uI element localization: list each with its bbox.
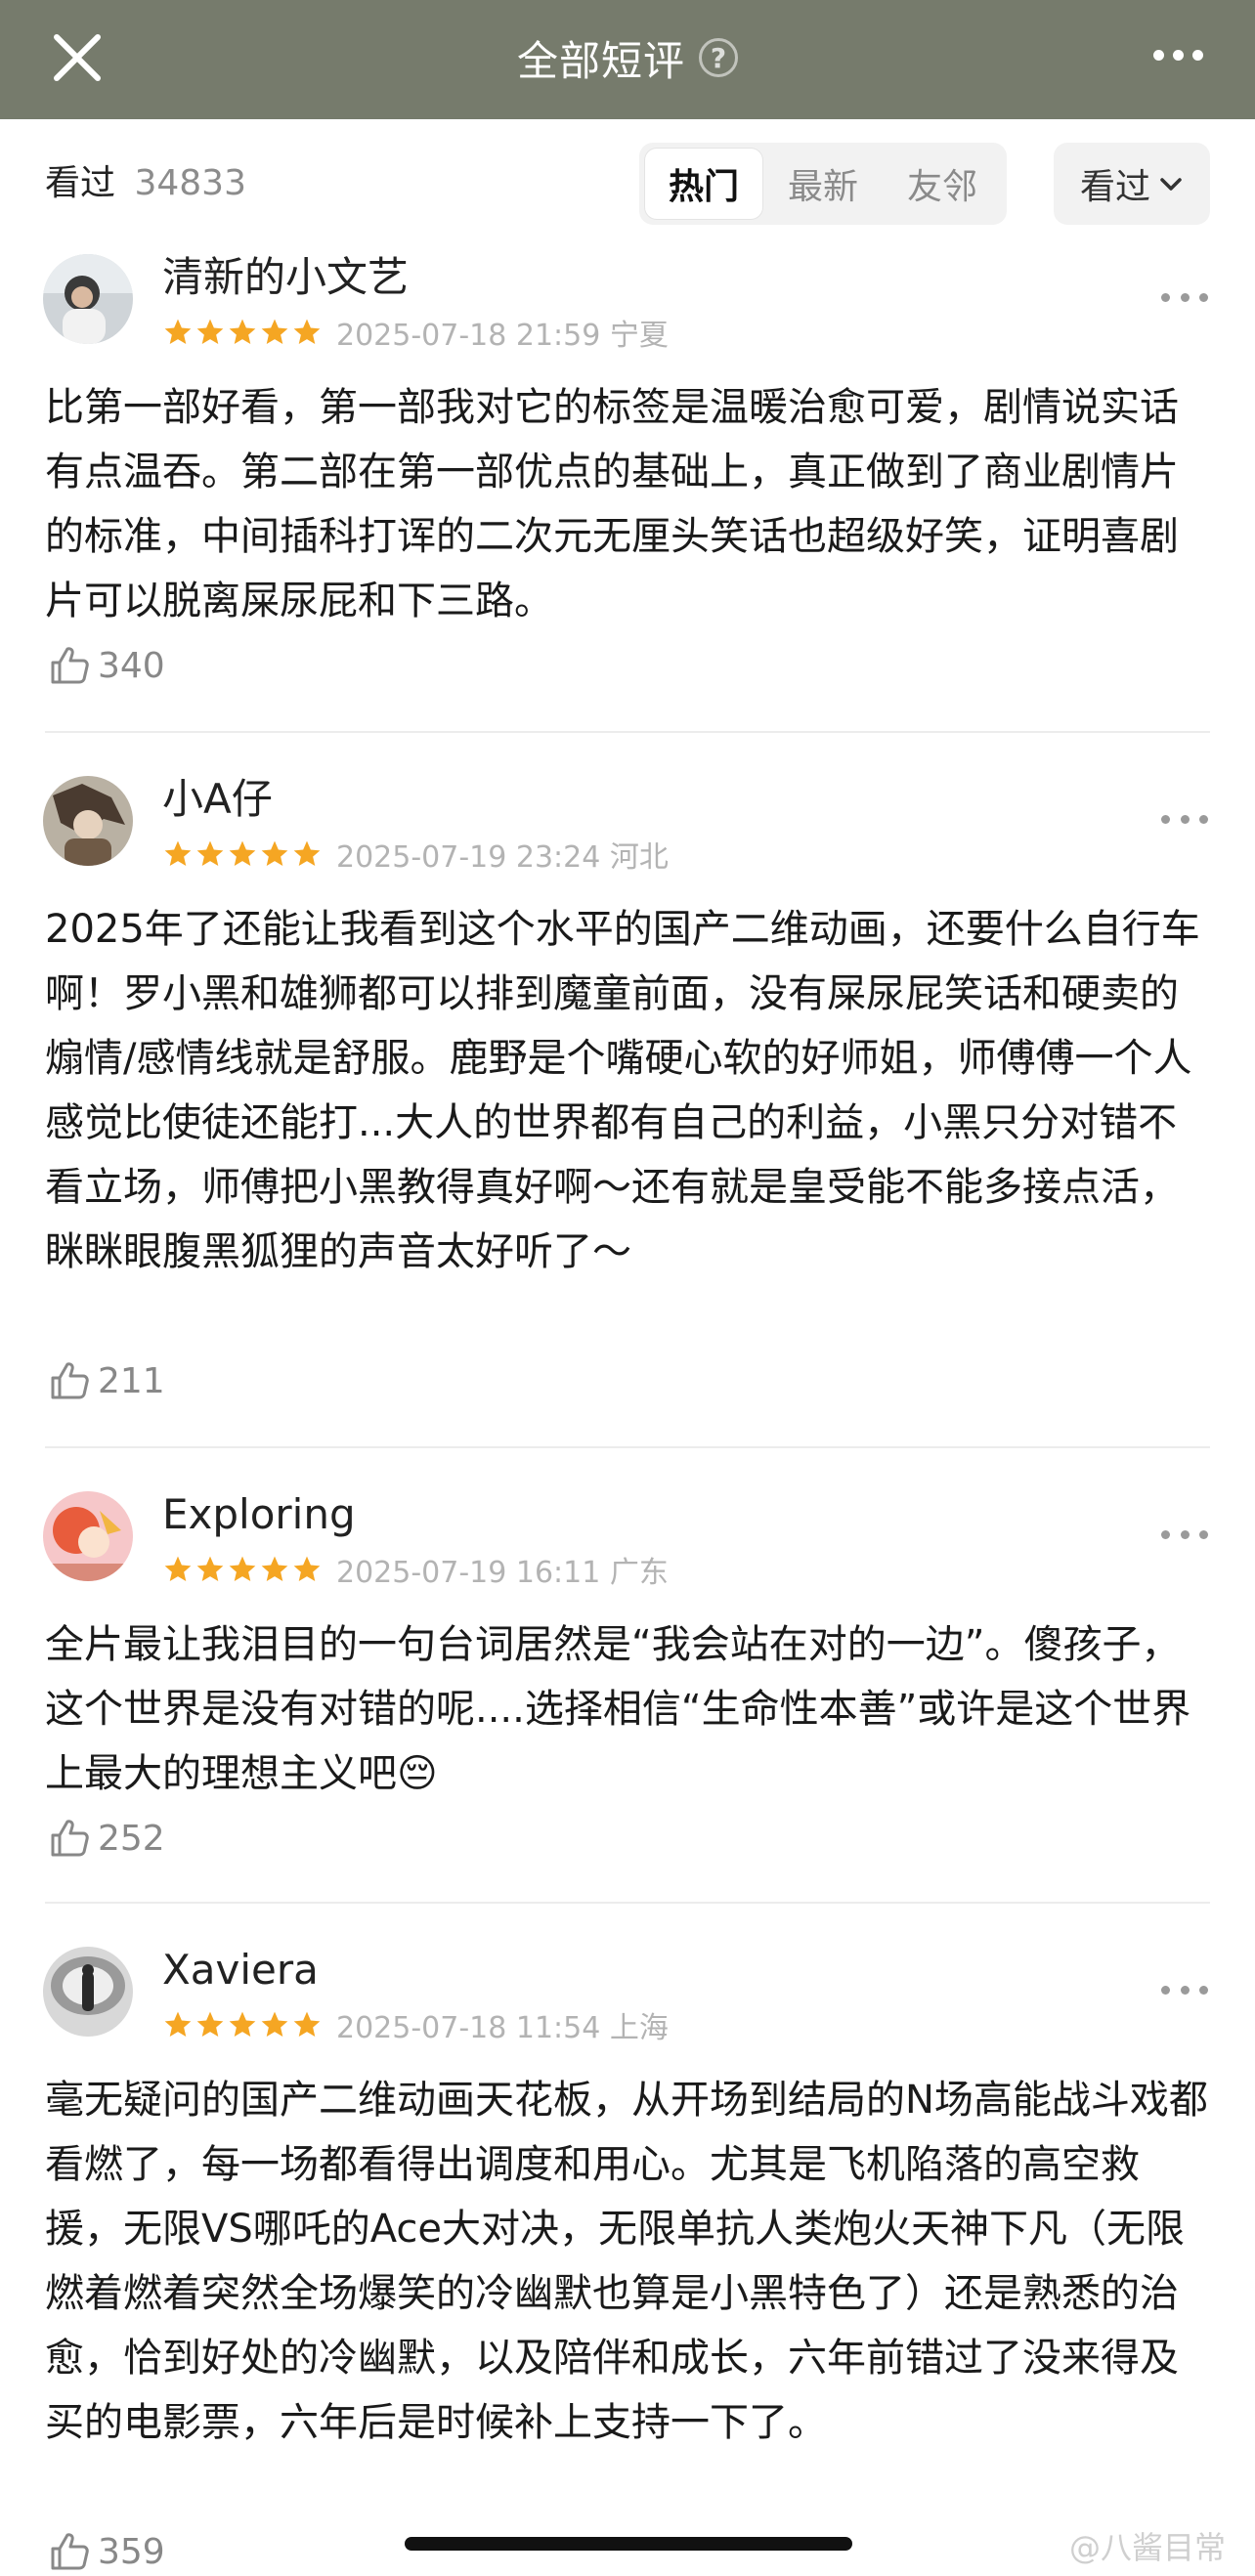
like-count: 252	[98, 1818, 165, 1859]
sort-tabs: 热门 最新 友邻	[639, 143, 1007, 225]
star-icon	[164, 319, 192, 344]
help-icon[interactable]: ?	[699, 38, 738, 77]
like-button[interactable]: 359	[47, 2527, 165, 2576]
top-nav-bar: 全部短评 ?	[0, 0, 1255, 119]
comment-meta: 2025-07-19 23:24 河北	[162, 835, 669, 875]
thumbs-up-icon	[51, 1820, 89, 1857]
username[interactable]: 清新的小文艺	[162, 250, 409, 305]
comment-text: 毫无疑问的国产二维动画天花板，从开场到结局的N场高能战斗戏都看燃了，每一场都看得…	[45, 2078, 1208, 2445]
comment-date: 2025-07-19 23:24 河北	[336, 840, 669, 875]
star-rating	[162, 838, 323, 870]
page: 全部短评 ? 看过 34833 热门 最新 友邻 看过 清新的小文艺 2025-…	[0, 0, 1255, 2576]
star-icon	[293, 1556, 321, 1581]
comment-text: 全片最让我泪目的一句台词居然是“我会站在对的一边”。傻孩子，这个世界是没有对错的…	[45, 1622, 1191, 1796]
username[interactable]: Xaviera	[162, 1943, 319, 1997]
seen-label: 看过	[45, 163, 116, 203]
divider	[45, 731, 1210, 733]
star-icon	[229, 2011, 256, 2037]
comment-date: 2025-07-18 21:59 宁夏	[336, 319, 669, 353]
star-icon	[293, 2011, 321, 2037]
star-icon	[229, 840, 256, 866]
comment-date: 2025-07-18 11:54 上海	[336, 2011, 669, 2045]
avatar[interactable]	[43, 1947, 133, 2037]
like-count: 211	[98, 1360, 165, 1401]
star-icon	[229, 319, 256, 344]
star-icon	[196, 1556, 224, 1581]
star-icon	[164, 1556, 192, 1581]
star-icon	[261, 2011, 288, 2037]
star-icon	[261, 319, 288, 344]
username[interactable]: Exploring	[162, 1487, 356, 1542]
comment-text: 比第一部好看，第一部我对它的标签是温暖治愈可爱，剧情说实话有点温吞。第二部在第一…	[45, 385, 1179, 623]
star-icon	[164, 840, 192, 866]
page-title: 全部短评	[516, 36, 685, 85]
star-icon	[196, 319, 224, 344]
avatar[interactable]	[43, 1491, 133, 1581]
star-rating	[162, 317, 323, 348]
title-group: 全部短评 ?	[0, 23, 1255, 92]
comment-more-button[interactable]	[1161, 809, 1208, 829]
status-dropdown[interactable]: 看过	[1054, 143, 1210, 225]
watermark-text: @八酱目常	[1068, 2529, 1226, 2566]
like-count: 359	[98, 2531, 165, 2572]
like-button[interactable]: 211	[47, 1356, 165, 1405]
star-rating	[162, 2009, 323, 2040]
comment-date: 2025-07-19 16:11 广东	[336, 1556, 669, 1590]
comment-meta: 2025-07-18 21:59 宁夏	[162, 313, 669, 353]
dot-icon	[1172, 49, 1184, 61]
tab-friends[interactable]: 友邻	[884, 149, 1001, 219]
star-rating	[162, 1554, 323, 1585]
watermark: @八酱目常	[1069, 2523, 1226, 2568]
dot-icon	[1191, 49, 1203, 61]
like-count: 340	[98, 645, 165, 686]
dot-icon	[1152, 49, 1164, 61]
dropdown-label: 看过	[1079, 167, 1150, 207]
divider	[45, 1902, 1210, 1904]
avatar[interactable]	[43, 254, 133, 344]
more-options-button[interactable]	[1144, 35, 1212, 74]
star-icon	[164, 2011, 192, 2037]
divider	[45, 1446, 1210, 1448]
comment-text: 2025年了还能让我看到这个水平的国产二维动画，还要什么自行车啊！罗小黑和雄狮都…	[45, 907, 1200, 1274]
star-icon	[196, 2011, 224, 2037]
home-indicator[interactable]	[405, 2537, 852, 2551]
comment-more-button[interactable]	[1161, 1524, 1208, 1544]
star-icon	[229, 1556, 256, 1581]
star-icon	[293, 319, 321, 344]
avatar[interactable]	[43, 776, 133, 866]
comment-more-button[interactable]	[1161, 287, 1208, 307]
thumbs-up-icon	[51, 647, 89, 684]
seen-count: 看过 34833	[45, 158, 246, 209]
star-icon	[196, 840, 224, 866]
thumbs-up-icon	[51, 2533, 89, 2570]
seen-number: 34833	[134, 163, 246, 203]
like-button[interactable]: 340	[47, 641, 165, 690]
tab-latest[interactable]: 最新	[764, 149, 882, 219]
star-icon	[261, 840, 288, 866]
comment-meta: 2025-07-18 11:54 上海	[162, 2005, 669, 2045]
comment-more-button[interactable]	[1161, 1980, 1208, 1999]
thumbs-up-icon	[51, 1362, 89, 1399]
star-icon	[293, 840, 321, 866]
chevron-down-icon	[1160, 178, 1182, 191]
username[interactable]: 小A仔	[162, 772, 273, 827]
tab-hot[interactable]: 热门	[645, 149, 762, 219]
star-icon	[261, 1556, 288, 1581]
filter-bar: 看过 34833 热门 最新 友邻 看过	[0, 119, 1255, 248]
like-button[interactable]: 252	[47, 1814, 165, 1863]
comment-meta: 2025-07-19 16:11 广东	[162, 1550, 669, 1590]
